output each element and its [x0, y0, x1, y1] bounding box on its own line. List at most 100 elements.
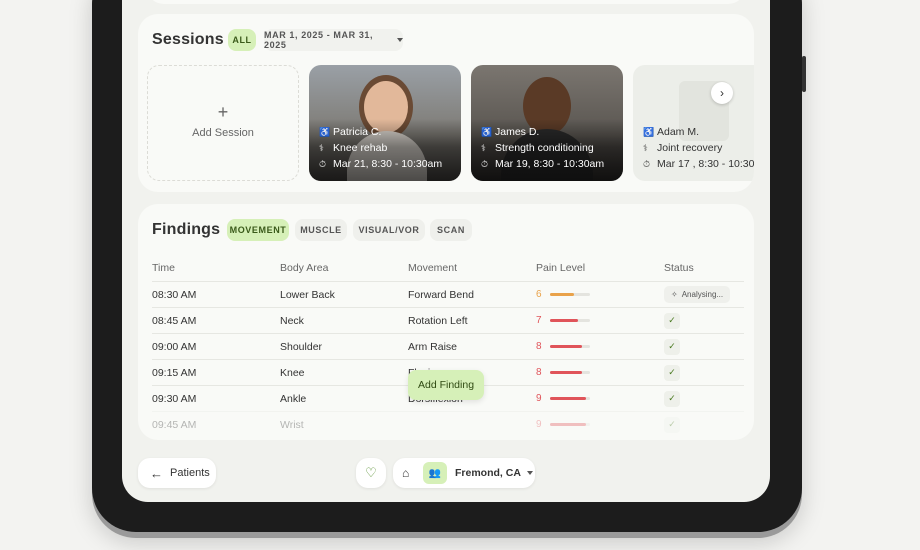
- chevron-right-icon[interactable]: ›: [711, 82, 733, 104]
- clock-icon: ⏱: [481, 159, 489, 169]
- pain-bar: [550, 397, 590, 400]
- status-cell: ✓: [664, 312, 680, 329]
- cell-body-area: Lower Back: [280, 288, 335, 301]
- team-icon: 👥: [423, 462, 447, 484]
- clock-icon: ⏱: [643, 159, 651, 169]
- pain-indicator: 9: [536, 393, 590, 404]
- tab-scan[interactable]: SCAN: [430, 219, 472, 241]
- filter-all-chip[interactable]: ALL: [228, 29, 256, 51]
- pain-indicator: 6: [536, 289, 590, 300]
- table-row[interactable]: 08:30 AM Lower Back Forward Bend 6 ✧ Anal…: [152, 281, 744, 307]
- user-icon: ♿: [643, 127, 655, 137]
- cell-body-area: Ankle: [280, 392, 307, 405]
- cell-time: 09:45 AM: [152, 418, 197, 431]
- column-body-area: Body Area: [280, 262, 329, 274]
- add-finding-button[interactable]: Add Finding: [408, 370, 485, 400]
- cell-time: 08:30 AM: [152, 288, 197, 301]
- date-range-label: MAR 1, 2025 - MAR 31, 2025: [264, 30, 374, 50]
- session-card[interactable]: ♿ James D. ⚕ Strength conditioning ⏱ Mar 19…: [471, 65, 623, 181]
- session-type: Knee rehab: [333, 142, 388, 154]
- tab-muscle[interactable]: MUSCLE: [295, 219, 347, 241]
- date-range-dropdown[interactable]: MAR 1, 2025 - MAR 31, 2025: [264, 29, 403, 51]
- activity-icon: ⚕: [643, 143, 648, 153]
- cell-movement: Arm Raise: [408, 340, 458, 353]
- home-icon: ⌂: [402, 466, 410, 480]
- findings-title: Findings: [152, 221, 221, 238]
- sparkle-icon: ✧: [671, 290, 678, 299]
- cell-body-area: Wrist: [280, 418, 304, 431]
- status-cell: ✧ Analysing...: [664, 286, 731, 303]
- pain-bar: [550, 319, 590, 322]
- session-time: Mar 21, 8:30 - 10:30am: [333, 158, 443, 170]
- check-icon: ✓: [664, 390, 680, 407]
- column-movement: Movement: [408, 262, 458, 274]
- arrow-left-icon: ←: [150, 465, 163, 481]
- back-to-patients-button[interactable]: ← Patients: [138, 458, 216, 488]
- session-patient: Patricia C.: [333, 126, 382, 138]
- user-icon: ♿: [319, 127, 331, 137]
- user-icon: ♿: [481, 127, 493, 137]
- column-pain-level: Pain Level: [536, 262, 586, 274]
- pain-indicator: 9: [536, 419, 590, 430]
- pain-indicator: 8: [536, 367, 590, 378]
- cell-time: 09:15 AM: [152, 366, 197, 379]
- activity-icon: ⚕: [481, 143, 486, 153]
- pain-bar-fill: [550, 397, 586, 400]
- pain-bar-fill: [550, 423, 586, 426]
- pain-value: 8: [536, 367, 542, 378]
- pain-bar: [550, 293, 590, 296]
- table-header: Time Body Area Movement Pain Level Statu…: [152, 255, 744, 281]
- pain-bar: [550, 345, 590, 348]
- session-time: Mar 19, 8:30 - 10:30am: [495, 158, 605, 170]
- status-text: Analysing...: [681, 290, 724, 299]
- status-badge: ✧ Analysing...: [664, 286, 731, 303]
- location-selector[interactable]: ⌂ 👥 Fremond, CA: [393, 458, 535, 488]
- activity-icon: ⚕: [319, 143, 324, 153]
- cell-time: 09:30 AM: [152, 392, 197, 405]
- sessions-card: Sessions ALL MAR 1, 2025 - MAR 31, 2025 …: [138, 14, 754, 192]
- session-card[interactable]: ♿ Adam M. ⚕ Joint recovery ⏱ Mar 17 , 8:30 …: [633, 65, 754, 181]
- session-type: Strength conditioning: [495, 142, 594, 154]
- cell-time: 09:00 AM: [152, 340, 197, 353]
- table-row[interactable]: 09:45 AM Wrist 9 ✓: [152, 411, 744, 437]
- session-info: ♿ Adam M. ⚕ Joint recovery ⏱ Mar 17 , 8:30 …: [643, 124, 754, 172]
- session-patient: Adam M.: [657, 126, 700, 138]
- pain-bar: [550, 371, 590, 374]
- plus-icon: +: [217, 102, 229, 122]
- session-type: Joint recovery: [657, 142, 723, 154]
- status-cell: ✓: [664, 390, 680, 407]
- add-session-tile[interactable]: + Add Session: [147, 65, 299, 181]
- cell-body-area: Shoulder: [280, 340, 323, 353]
- check-icon: ✓: [664, 338, 680, 355]
- check-icon: ✓: [664, 364, 680, 381]
- status-cell: ✓: [664, 364, 680, 381]
- pain-indicator: 7: [536, 315, 590, 326]
- sessions-title: Sessions: [152, 31, 224, 48]
- cell-body-area: Neck: [280, 314, 304, 327]
- session-info: ♿ James D. ⚕ Strength conditioning ⏱ Mar 19…: [481, 124, 604, 172]
- pain-bar-fill: [550, 293, 574, 296]
- pain-indicator: 8: [536, 341, 590, 352]
- tab-visual-vor[interactable]: VISUAL/VOR: [353, 219, 425, 241]
- session-info: ♿ Patricia C. ⚕ Knee rehab ⏱ Mar 21, 8:30 -…: [319, 124, 442, 172]
- pain-value: 6: [536, 289, 542, 300]
- cell-body-area: Knee: [280, 366, 305, 379]
- table-row[interactable]: 09:00 AM Shoulder Arm Raise 8 ✓: [152, 333, 744, 359]
- pain-value: 7: [536, 315, 542, 326]
- location-label: Fremond, CA: [455, 467, 521, 479]
- session-card[interactable]: ♿ Patricia C. ⚕ Knee rehab ⏱ Mar 21, 8:30 -…: [309, 65, 461, 181]
- column-status: Status: [664, 262, 694, 274]
- clock-icon: ⏱: [319, 159, 327, 169]
- tab-movement[interactable]: MOVEMENT: [227, 219, 289, 241]
- add-session-label: Add Session: [192, 127, 254, 139]
- heart-monitor-button[interactable]: ♡: [356, 458, 386, 488]
- status-cell: ✓: [664, 416, 680, 433]
- pain-bar-fill: [550, 319, 578, 322]
- tablet-screen: Sessions ALL MAR 1, 2025 - MAR 31, 2025 …: [122, 0, 770, 502]
- table-row[interactable]: 08:45 AM Neck Rotation Left 7 ✓: [152, 307, 744, 333]
- session-time: Mar 17 , 8:30 - 10:30am: [657, 158, 754, 170]
- chevron-down-icon: [397, 38, 403, 42]
- check-icon: ✓: [664, 312, 680, 329]
- findings-card: Findings MOVEMENT MUSCLE VISUAL/VOR SCAN…: [138, 204, 754, 440]
- top-card: [146, 0, 746, 4]
